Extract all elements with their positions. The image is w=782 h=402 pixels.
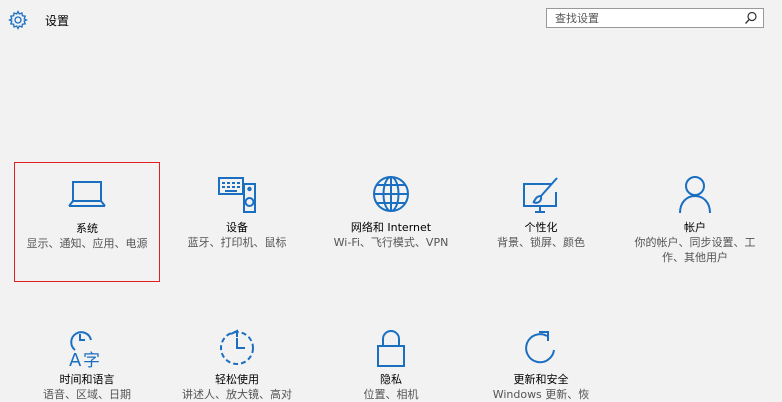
tile-network[interactable]: 网络和 Internet Wi-Fi、飞行模式、VPN [318,162,464,282]
tile-label: 轻松使用 [215,373,259,386]
search-icon[interactable] [744,11,758,25]
tile-description: 你的帐户、同步设置、工作、其他用户 [634,236,756,264]
update-icon [521,328,561,368]
devices-icon [217,174,257,214]
svg-text:字: 字 [83,351,100,368]
tile-accounts[interactable]: 帐户 你的帐户、同步设置、工作、其他用户 [622,162,768,282]
tile-label: 隐私 [380,373,402,386]
tile-devices[interactable]: 设备 蓝牙、打印机、鼠标 [164,162,310,282]
tile-description: 背景、锁屏、颜色 [497,236,585,249]
search-box[interactable] [546,8,764,28]
tile-label: 系统 [76,222,98,235]
tile-time-language[interactable]: A 字 时间和语言 语音、区域、日期 [14,322,160,401]
tile-description: Wi-Fi、飞行模式、VPN [333,236,449,249]
globe-icon [371,174,411,214]
tile-label: 帐户 [684,221,706,234]
gear-icon[interactable] [8,10,28,30]
tile-ease-of-access[interactable]: 轻松使用 讲述人、放大镜、高对 [164,322,310,401]
tile-update-security[interactable]: 更新和安全 Windows 更新、恢 [468,322,614,401]
svg-text:A: A [69,350,82,368]
tile-system[interactable]: 系统 显示、通知、应用、电源 [14,162,160,282]
tile-label: 更新和安全 [513,373,569,386]
tile-label: 设备 [226,221,248,234]
tile-description: 蓝牙、打印机、鼠标 [187,236,287,249]
header: 设置 [0,0,782,40]
time-language-icon: A 字 [65,328,109,368]
page-title: 设置 [45,14,70,28]
personalization-icon [521,176,561,214]
person-icon [677,174,713,214]
tile-label: 网络和 Internet [350,221,432,234]
ease-of-access-icon [217,328,257,368]
lock-icon [374,328,408,368]
tile-description: 显示、通知、应用、电源 [26,237,148,250]
tile-privacy[interactable]: 隐私 位置、相机 [318,322,464,401]
tile-label: 时间和语言 [59,373,115,386]
tile-label: 个性化 [524,221,558,234]
tile-personalization[interactable]: 个性化 背景、锁屏、颜色 [468,162,614,282]
search-input[interactable] [547,9,737,27]
laptop-icon [67,179,107,211]
